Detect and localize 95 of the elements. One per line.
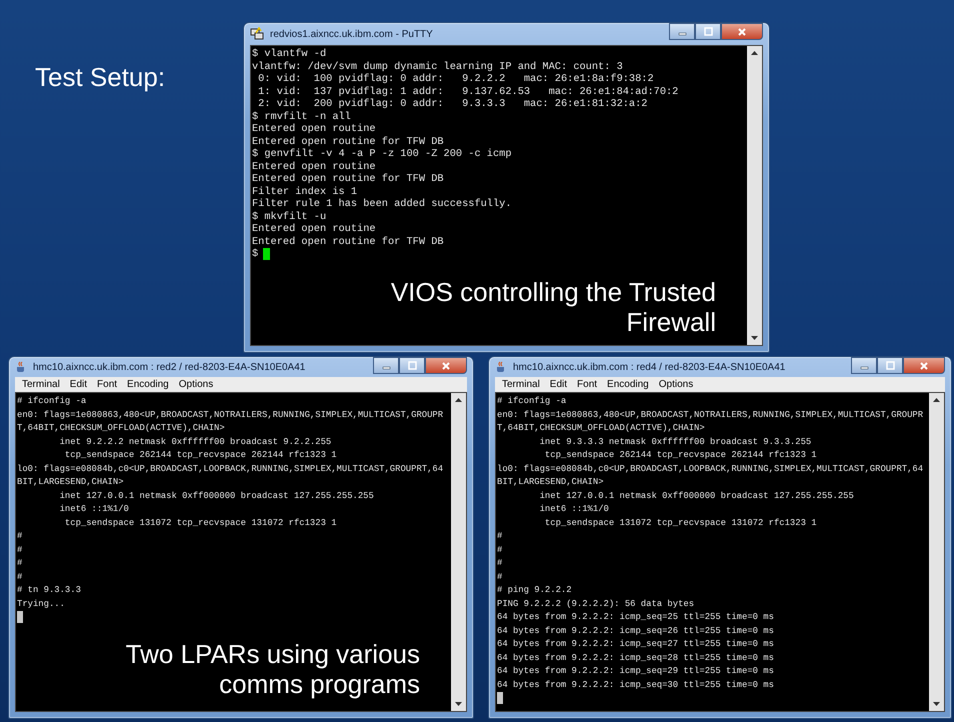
cup-icon [15,361,27,373]
close-icon [737,26,747,36]
terminal-line: inet6 ::1%1/0 [58,503,129,516]
terminal-line: $ rmvfilt -n all [252,110,351,123]
terminal-line: 1: vid: 137 pvidflag: 1 addr: 9.137.62.53 mac: 26:e1:84:ad:70:2 [257,86,678,98]
menu-item[interactable]: Font [572,379,602,390]
terminal-line: Entered open routine [252,223,376,236]
menu-item[interactable]: Edit [544,379,572,390]
maximize-button[interactable] [695,23,721,40]
terminal-line: Entered open routine [252,123,376,136]
slide-caption: VIOS controlling the Trusted Firewall [390,276,716,336]
menu-item[interactable]: Options [174,379,218,390]
terminal-line: vlantfw: /dev/svm dump dynamic learning IP and MAC: count: 3 [252,60,623,73]
scrollbar[interactable] [451,393,466,711]
terminal-line: $ genvfilt -v 4 -a P -z 100 -Z 200 -c icmp [252,148,512,160]
slide-caption: Two LPARs using various comms programs [124,639,420,699]
terminal-line: 64 bytes from 9.2.2.2: icmp_seq=26 ttl=255 time=0 ms [497,624,774,638]
terminal-line: $ vlantfw -d [252,48,326,60]
terminal-line: inet 9.2.2.2 netmask 0xffffff00 broadcast 9.2.2.255 [58,436,332,448]
terminal-line: lo0: flags=e08084b,c0<UP,BROADCAST,LOOPBACK,RUNNING,SIMPLEX,MULTICAST,GROUPRT,64 [497,462,924,476]
terminal-line: Filter index is 1 [252,186,358,198]
terminal-line: # ifconfig -a [17,395,86,408]
terminal-line: tcp_sendspace 262144 tcp_recvspace 262144 rfc1323 1 [64,449,337,462]
terminal-line: tcp_sendspace 262144 tcp_recvspace 262144 rfc1323 1 [544,449,817,462]
menu-item[interactable]: Encoding [122,379,174,390]
maximize-icon [408,361,416,370]
terminal-line: T,64BIT,CHECKSUM_OFFLOAD(ACTIVE),CHAIN> [497,422,705,435]
terminal-line: Entered open routine [252,160,376,173]
terminal-line: Entered open routine for TFW DB [252,173,444,186]
minimize-button[interactable] [851,357,877,374]
maximize-icon [886,361,894,370]
terminal-line: # [17,530,22,543]
terminal-line: # [17,557,22,570]
text-cursor [497,692,503,704]
window-title: hmc10.aixncc.uk.ibm.com : red2 / red-8203-E4A-SN10E0A41 [33,362,306,372]
terminal-line: inet 127.0.0.1 netmask 0xff000000 broadcast 127.255.255.255 [538,490,854,502]
terminal-line: # [17,570,22,584]
terminal-line: 0: vid: 100 pvidflag: 0 addr: 9.2.2.2 mac: 26:e1:8a:f9:38:2 [257,73,654,86]
close-icon [441,360,451,370]
minimize-button[interactable] [669,23,695,40]
terminal-line: # [497,530,502,543]
terminal-line: # ifconfig -a [497,395,566,408]
close-button[interactable] [721,23,763,40]
terminal-line: PING 9.2.2.2 (9.2.2.2): 56 data bytes [497,598,694,610]
scrollbar[interactable] [929,393,944,711]
terminal-prompt: $ [252,248,258,260]
window-title: hmc10.aixncc.uk.ibm.com : red4 / red-8203-E4A-SN10E0A41 [513,362,786,372]
slide-title: Test Setup: [35,62,166,93]
menu-item[interactable]: Edit [64,379,92,390]
terminal-line: # [497,570,502,584]
menu-item[interactable]: Options [654,379,698,390]
close-icon [919,360,929,370]
terminal-line: # [17,544,22,556]
terminal-line: T,64BIT,CHECKSUM_OFFLOAD(ACTIVE),CHAIN> [17,422,225,435]
menu-item[interactable]: Terminal [497,379,545,390]
terminal-line: 64 bytes from 9.2.2.2: icmp_seq=28 ttl=255 time=0 ms [497,652,774,664]
terminal-line: 64 bytes from 9.2.2.2: icmp_seq=29 ttl=255 time=0 ms [497,665,774,678]
minimize-button[interactable] [373,357,399,374]
computer-icon [250,27,264,41]
text-cursor [17,611,23,623]
terminal-line: en0: flags=1e080863,480<UP,BROADCAST,NOTRAILERS,RUNNING,SIMPLEX,MULTICAST,GROUPR [497,408,924,422]
terminal-line: # [497,544,502,556]
terminal-line: en0: flags=1e080863,480<UP,BROADCAST,NOTRAILERS,RUNNING,SIMPLEX,MULTICAST,GROUPR [17,408,444,422]
terminal-line: inet 9.3.3.3 netmask 0xffffff00 broadcast 9.3.3.255 [538,436,812,448]
terminal-line: tcp_sendspace 131072 tcp_recvspace 131072 rfc1323 1 [544,516,817,530]
terminal-line: 64 bytes from 9.2.2.2: icmp_seq=30 ttl=255 time=0 ms [497,678,774,692]
terminal-line: BIT,LARGESEND,CHAIN> [17,476,124,489]
maximize-icon [704,27,712,36]
terminal-line: inet 127.0.0.1 netmask 0xff000000 broadcast 127.255.255.255 [58,490,374,502]
cup-icon [495,361,507,373]
terminal-line: Filter rule 1 has been added successfully. [252,198,512,210]
terminal-line: inet6 ::1%1/0 [538,503,609,516]
close-button[interactable] [903,357,945,374]
maximize-button[interactable] [399,357,425,374]
terminal-line: tcp_sendspace 131072 tcp_recvspace 131072 rfc1323 1 [64,516,337,530]
menu-item[interactable]: Font [92,379,122,390]
maximize-button[interactable] [877,357,903,374]
menu-item[interactable]: Encoding [602,379,654,390]
terminal-line: Trying... [17,598,65,610]
terminal-line: Entered open routine for TFW DB [252,236,444,248]
terminal-line: lo0: flags=e08084b,c0<UP,BROADCAST,LOOPBACK,RUNNING,SIMPLEX,MULTICAST,GROUPRT,64 [17,462,444,476]
close-button[interactable] [425,357,467,374]
terminal-line: Entered open routine for TFW DB [252,136,444,148]
terminal-line: $ mkvfilt -u [252,210,326,223]
menu-item[interactable]: Terminal [17,379,65,390]
terminal-line: # ping 9.2.2.2 [497,584,572,597]
text-cursor [263,248,270,260]
terminal-line: 64 bytes from 9.2.2.2: icmp_seq=25 ttl=255 time=0 ms [497,611,774,624]
terminal-line: # [497,557,502,570]
scrollbar[interactable] [747,46,762,345]
terminal-line: BIT,LARGESEND,CHAIN> [497,476,604,489]
terminal-line: 64 bytes from 9.2.2.2: icmp_seq=27 ttl=255 time=0 ms [497,638,774,651]
window-title: redvios1.aixncc.uk.ibm.com - PuTTY [270,28,434,40]
terminal-line: # tn 9.3.3.3 [17,584,81,597]
terminal-line: 2: vid: 200 pvidflag: 0 addr: 9.3.3.3 mac: 26:e1:81:32:a:2 [257,98,648,110]
